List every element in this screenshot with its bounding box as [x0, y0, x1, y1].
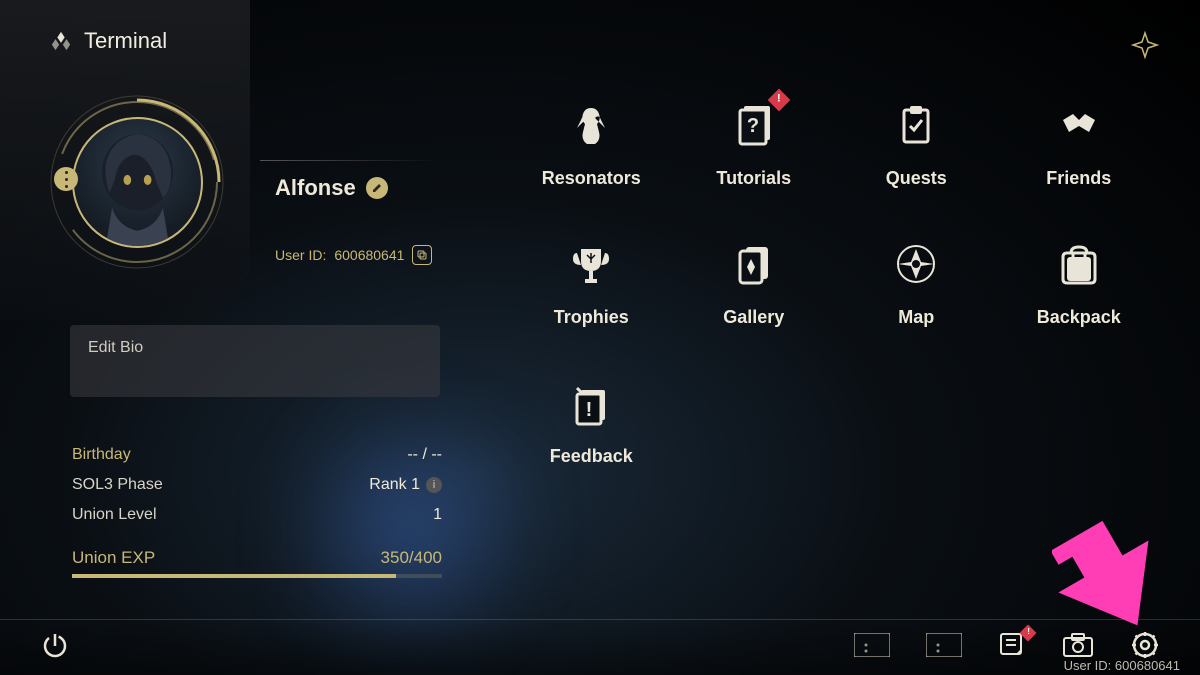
main-menu-grid: Resonators ? Tutorials Quests Friends Tr… — [510, 100, 1160, 467]
divider — [260, 160, 440, 161]
edit-name-button[interactable] — [366, 177, 388, 199]
terminal-icon — [50, 30, 72, 52]
menu-backpack[interactable]: Backpack — [998, 239, 1161, 328]
footer-user-id: User ID: 600680641 — [1064, 658, 1180, 673]
menu-friends[interactable]: Friends — [998, 100, 1161, 189]
avatar-options-button[interactable] — [54, 167, 78, 191]
bio-placeholder: Edit Bio — [88, 339, 143, 356]
stat-sol3-phase: SOL3 Phase Rank 1i — [72, 470, 442, 500]
user-id-row: User ID: 600680641 — [275, 245, 432, 265]
menu-map[interactable]: Map — [835, 239, 998, 328]
exp-progress-fill — [72, 574, 396, 578]
bottom-bar — [0, 619, 1200, 675]
power-button[interactable] — [40, 630, 70, 665]
svg-text:?: ? — [747, 115, 759, 137]
friends-icon — [1051, 100, 1107, 150]
copy-uid-button[interactable] — [412, 245, 432, 265]
player-name: Alfonse — [275, 175, 356, 201]
trophies-icon — [563, 239, 619, 289]
avatar-container[interactable] — [60, 105, 215, 260]
time-display-1[interactable] — [854, 633, 890, 662]
menu-feedback[interactable]: ! Feedback — [510, 378, 673, 467]
menu-quests[interactable]: Quests — [835, 100, 998, 189]
stats-panel: Birthday -- / -- SOL3 Phase Rank 1i Unio… — [72, 440, 442, 578]
avatar-image[interactable] — [72, 117, 203, 248]
phase-info-button[interactable]: i — [426, 477, 442, 493]
menu-trophies[interactable]: Trophies — [510, 239, 673, 328]
edit-bio-button[interactable]: Edit Bio — [70, 325, 440, 397]
notice-button[interactable] — [998, 631, 1026, 664]
menu-tutorials[interactable]: ? Tutorials — [673, 100, 836, 189]
svg-text:!: ! — [586, 399, 593, 421]
menu-gallery[interactable]: Gallery — [673, 239, 836, 328]
menu-resonators[interactable]: Resonators — [510, 100, 673, 189]
exp-progress-bar — [72, 574, 442, 578]
resonators-icon — [563, 100, 619, 150]
page-title: Terminal — [84, 28, 167, 54]
stat-union-exp: Union EXP 350/400 — [72, 548, 442, 568]
user-id-value: 600680641 — [334, 247, 404, 263]
map-icon — [888, 239, 944, 289]
feedback-icon: ! — [563, 378, 619, 428]
player-name-row: Alfonse — [275, 175, 388, 201]
header: Terminal — [50, 28, 167, 54]
quests-icon — [888, 100, 944, 150]
user-id-label: User ID: — [275, 247, 326, 263]
stat-birthday: Birthday -- / -- — [72, 440, 442, 470]
gallery-icon — [726, 239, 782, 289]
backpack-icon — [1051, 239, 1107, 289]
tutorials-icon: ? — [726, 100, 782, 150]
time-display-2[interactable] — [926, 633, 962, 662]
stat-union-level: Union Level 1 — [72, 500, 442, 530]
close-button[interactable] — [1130, 30, 1160, 65]
